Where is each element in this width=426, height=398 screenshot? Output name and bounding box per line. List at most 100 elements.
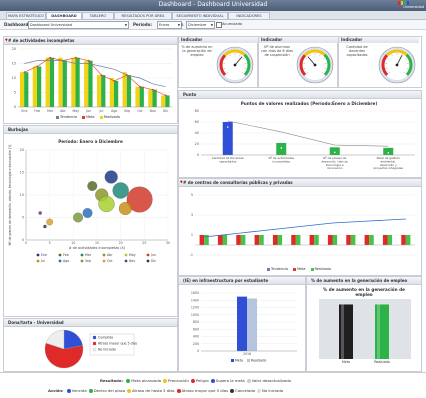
dashboard-label: Dashboard — [4, 22, 28, 27]
bar-realizado — [333, 235, 338, 245]
bubble — [43, 225, 46, 228]
window-titlebar: Dashboard - Dashboard Universidad Univer… — [0, 0, 426, 11]
tab-indicadores[interactable]: INDICADORES — [228, 12, 270, 19]
tab-mapa-estrategico[interactable]: MAPA ESTRATÉGICO — [6, 12, 46, 19]
tab-dashboard[interactable]: DASHBOARD — [46, 12, 82, 19]
panel-incomplete-head: ▼# de actividades incompletas — [4, 37, 177, 45]
x-tick-label: 10 — [71, 241, 75, 245]
bar-realizado — [259, 235, 264, 245]
chart-burbujas: 20151050051015202530# de actividades inc… — [4, 136, 177, 316]
tab-tablero[interactable]: TABLERO — [82, 12, 114, 19]
meta-point — [88, 60, 90, 62]
legend-label: Cancelada — [235, 388, 255, 393]
y-tick-label: 1000 — [191, 313, 199, 317]
y-tick-label: 5 — [22, 216, 24, 220]
bar-realizado — [223, 235, 228, 245]
legend-item: Supero la meta — [209, 378, 245, 383]
bar-realizado — [46, 58, 50, 107]
legend-swatch — [93, 336, 96, 339]
tab-seguimiento-individual[interactable]: SEGUIMIENTO INDIVIDUAL — [172, 12, 228, 19]
legend-label: Abr — [107, 253, 113, 257]
legend-label: Vencida — [72, 388, 87, 393]
bar-meta — [365, 235, 370, 245]
status-dot-icon — [89, 389, 93, 393]
legend-label: Oct — [107, 259, 113, 263]
legend-swatch — [125, 260, 128, 263]
tab-bar: MAPA ESTRATÉGICO DASHBOARD TABLERO RESUL… — [0, 11, 426, 20]
period-to-select[interactable]: Diciembre▼ — [186, 21, 215, 29]
bar-meta — [273, 235, 278, 245]
status-dot-icon — [230, 389, 234, 393]
panel-burbujas: Burbujas Período: Enero a Diciembre 2015… — [3, 125, 178, 317]
bar-meta — [310, 235, 315, 245]
gauge-hub — [314, 64, 317, 67]
logo: Universidad — [396, 0, 424, 11]
bar-meta — [63, 61, 67, 107]
status-dot-icon — [177, 389, 181, 393]
period-from-select[interactable]: Enero▼ — [157, 21, 182, 29]
collapse-icon[interactable]: ▼ — [5, 37, 8, 44]
legend-label: Feb — [63, 253, 69, 257]
legend-label: Atraso mayor que 5 días — [182, 388, 229, 393]
tendencia-line — [204, 219, 406, 237]
legend-item: Precaución — [161, 378, 189, 383]
x-tick-label: innovación — [327, 166, 343, 170]
bubble — [113, 183, 129, 199]
legend-swatch — [93, 342, 96, 345]
legend-swatch — [147, 254, 150, 257]
x-tick-label: 15 — [95, 241, 99, 245]
legend-label: Nov — [129, 259, 135, 263]
legend-label: Supero la meta — [216, 378, 245, 383]
legend-label: May — [129, 253, 136, 257]
bar-realizado — [71, 58, 75, 107]
legend-item: Dentro del plazo — [87, 388, 125, 393]
bar-meta — [236, 235, 241, 245]
plot-bg — [319, 299, 411, 359]
y-tick-label: -1 — [190, 253, 193, 257]
legend-swatch — [147, 260, 150, 263]
bar-realizado — [351, 235, 356, 245]
status-dot-icon — [126, 379, 130, 383]
panel-infra: (IE) en infraestructura por estudiante 1… — [178, 276, 306, 372]
status-dot-icon — [257, 389, 261, 393]
legend-label: No iniciada — [98, 348, 116, 352]
status-dot-icon — [67, 389, 71, 393]
legend-swatch — [37, 260, 40, 263]
bar-marker — [387, 152, 389, 154]
x-tick-label: capacitados — [219, 159, 237, 163]
bar-realizado — [123, 72, 127, 107]
legend-swatch — [93, 348, 96, 351]
gauge-box-empleo: Indicador % de aumento en la generación … — [178, 36, 258, 88]
gauge-box-suspension: Indicador Nº de alumnos con más de 6 día… — [258, 36, 338, 88]
dashboard-select[interactable]: Dashboard Universidad▼ — [28, 21, 129, 29]
bubble — [39, 211, 42, 214]
bar-realizado — [20, 72, 24, 107]
bar-realizado — [296, 235, 301, 245]
gauge-hub — [396, 64, 399, 67]
y-tick-label: 60 — [195, 120, 199, 124]
x-tick-label: Abr — [60, 109, 66, 113]
legend-swatch — [231, 359, 234, 362]
status-dot-icon — [247, 379, 251, 383]
x-tick-label: 5 — [49, 241, 51, 245]
bar-realizado — [148, 90, 152, 107]
x-tick-label: Dic — [163, 109, 168, 113]
y-tick-label: 1400 — [191, 298, 199, 302]
bar-meta — [291, 235, 296, 245]
meta-point — [152, 89, 154, 91]
x-tick-label: May — [72, 109, 79, 113]
x-tick-label: Jun — [85, 109, 91, 113]
tab-resultados-por-area[interactable]: RESULTADOS POR ÁREA — [114, 12, 172, 19]
meta-point — [49, 57, 51, 59]
bar-realizado — [278, 235, 283, 245]
y-tick-label: 0 — [14, 105, 16, 109]
collapse-icon[interactable]: ▼ — [180, 179, 183, 186]
gauge-docentes — [377, 45, 417, 85]
resultado-legend: Resultado: Meta alcanzadaPrecauciónPelig… — [100, 378, 291, 383]
y-tick-label: 15 — [12, 62, 16, 66]
legend-label: Sep — [85, 259, 91, 263]
bubble — [119, 202, 132, 215]
bar-realizado — [383, 148, 393, 155]
legend-label: Cumplida — [98, 336, 113, 340]
gauge-head: Indicador — [179, 37, 259, 43]
